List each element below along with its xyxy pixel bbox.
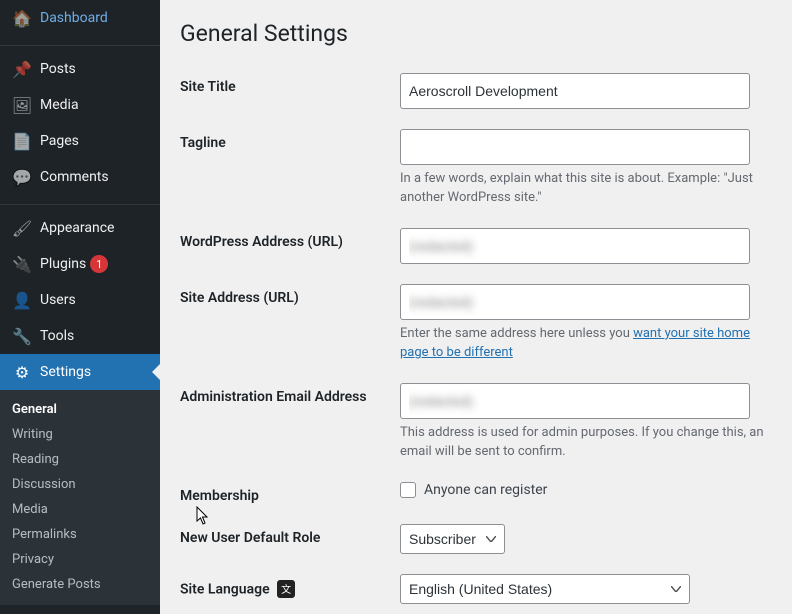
admin-email-input[interactable] [400,383,750,419]
submenu-permalinks[interactable]: Permalinks [0,522,160,547]
admin-email-description: This address is used for admin purposes.… [400,423,772,462]
page-title: General Settings [180,10,772,53]
label-site-address: Site Address (URL) [180,284,400,306]
label-site-title: Site Title [180,73,400,95]
membership-checkbox[interactable] [400,482,416,498]
label-default-role: New User Default Role [180,524,400,546]
label-membership: Membership [180,482,400,504]
site-title-input[interactable] [400,73,750,109]
submenu-privacy[interactable]: Privacy [0,547,160,572]
submenu-discussion[interactable]: Discussion [0,472,160,497]
sidebar-item-users[interactable]: 👤 Users [0,282,160,318]
sidebar-item-appearance[interactable]: 🖌 Appearance [0,210,160,246]
tools-icon: 🔧 [12,326,32,346]
users-icon: 👤 [12,290,32,310]
sidebar-item-label: Tools [40,328,74,344]
label-admin-email: Administration Email Address [180,383,400,405]
wp-address-input[interactable] [400,228,750,264]
admin-sidebar: 🏠 Dashboard 📌 Posts 🖼 Media 📄 Pages 💬 Co… [0,0,160,614]
submenu-general[interactable]: General [0,397,160,422]
site-language-select[interactable]: English (United States) [400,574,690,604]
submenu-media[interactable]: Media [0,497,160,522]
sidebar-separator [0,41,160,46]
label-wp-address: WordPress Address (URL) [180,228,400,250]
dashboard-icon: 🏠 [12,8,32,28]
pages-icon: 📄 [12,131,32,151]
plugins-icon: 🔌 [12,254,32,274]
label-tagline: Tagline [180,129,400,151]
sidebar-item-comments[interactable]: 💬 Comments [0,159,160,195]
sidebar-item-settings[interactable]: ⚙ Settings [0,354,160,390]
comments-icon: 💬 [12,167,32,187]
sidebar-item-label: Settings [40,364,91,380]
membership-checkbox-label: Anyone can register [424,482,547,498]
mouse-cursor-icon [196,506,212,526]
membership-checkbox-wrap[interactable]: Anyone can register [400,482,772,498]
sidebar-separator [0,200,160,205]
default-role-select[interactable]: Subscriber [400,524,505,554]
update-badge: 1 [90,255,108,273]
sidebar-item-label: Appearance [40,220,114,236]
label-site-language: Site Language 文 [180,574,400,598]
sidebar-item-label: Pages [40,133,79,149]
sidebar-item-label: Media [40,97,79,113]
sidebar-item-label: Dashboard [40,10,108,26]
settings-submenu: General Writing Reading Discussion Media… [0,390,160,605]
media-icon: 🖼 [12,95,32,115]
submenu-generate-posts[interactable]: Generate Posts [0,572,160,597]
settings-form: Site Title Tagline In a few words, expla… [180,73,772,604]
submenu-writing[interactable]: Writing [0,422,160,447]
sidebar-item-label: Posts [40,61,76,77]
sidebar-item-label: Comments [40,169,109,185]
sidebar-item-plugins[interactable]: 🔌 Plugins 1 [0,246,160,282]
sidebar-item-tools[interactable]: 🔧 Tools [0,318,160,354]
translate-icon: 文 [277,580,295,598]
sidebar-item-pages[interactable]: 📄 Pages [0,123,160,159]
sidebar-item-posts[interactable]: 📌 Posts [0,51,160,87]
sidebar-item-label: Users [40,292,76,308]
main-content: General Settings Site Title Tagline In a… [160,0,792,614]
submenu-reading[interactable]: Reading [0,447,160,472]
settings-icon: ⚙ [12,362,32,382]
sidebar-item-media[interactable]: 🖼 Media [0,87,160,123]
sidebar-item-label: Plugins [40,256,86,272]
site-address-input[interactable] [400,284,750,320]
site-address-description: Enter the same address here unless you w… [400,324,772,363]
tagline-description: In a few words, explain what this site i… [400,169,772,208]
tagline-input[interactable] [400,129,750,165]
sidebar-item-dashboard[interactable]: 🏠 Dashboard [0,0,160,36]
pin-icon: 📌 [12,59,32,79]
appearance-icon: 🖌 [12,218,32,238]
